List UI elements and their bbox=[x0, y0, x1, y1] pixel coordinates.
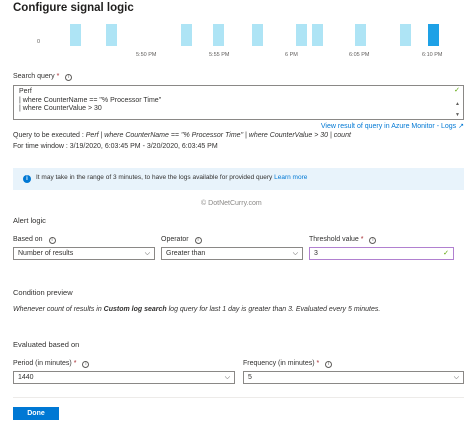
period-label: Period (in minutes) * i bbox=[13, 360, 90, 368]
time-window: For time window : 3/19/2020, 6:03:45 PM … bbox=[13, 143, 218, 150]
info-icon[interactable]: i bbox=[194, 237, 202, 244]
chevron-down-icon: ⌵ bbox=[453, 374, 459, 381]
evaluated-title: Evaluated based on bbox=[13, 340, 80, 349]
results-chart: 0 5:50 PM 5:55 PM 6 PM 6:05 PM 6:10 PM bbox=[13, 24, 464, 62]
query-exec-prefix: Query to be executed : bbox=[13, 132, 86, 139]
threshold-label: Threshold value * i bbox=[309, 236, 377, 244]
period-select[interactable]: 1440 ⌵ bbox=[13, 371, 235, 384]
chart-bar bbox=[252, 24, 263, 46]
threshold-input[interactable]: 3 ✓ bbox=[309, 247, 454, 260]
footer-divider bbox=[13, 397, 464, 398]
chart-bar bbox=[181, 24, 192, 46]
chart-x-tick-label: 6 PM bbox=[285, 52, 298, 58]
chart-bar bbox=[70, 24, 81, 46]
chart-x-tick-label: 6:10 PM bbox=[422, 52, 443, 58]
alert-logic-title: Alert logic bbox=[13, 216, 46, 225]
chart-bar bbox=[213, 24, 224, 46]
chart-bar bbox=[106, 24, 117, 46]
query-to-execute: Query to be executed : Perf | where Coun… bbox=[13, 132, 351, 139]
chart-bar bbox=[296, 24, 307, 46]
copyright-symbol: © bbox=[201, 200, 207, 207]
external-link-icon: ↗ bbox=[458, 123, 464, 130]
condition-suffix: log query for last 1 day is greater than… bbox=[166, 306, 381, 313]
required-marker: * bbox=[360, 236, 364, 243]
info-icon[interactable]: i bbox=[65, 74, 73, 81]
frequency-label-text: Frequency (in minutes) bbox=[243, 360, 315, 367]
chart-x-tick-label: 5:55 PM bbox=[209, 52, 230, 58]
valid-check-icon: ✓ bbox=[443, 250, 449, 257]
info-icon[interactable]: i bbox=[369, 237, 377, 244]
search-query-label: Search query * i bbox=[13, 73, 73, 81]
chevron-down-icon: ⌵ bbox=[144, 250, 150, 257]
period-label-text: Period (in minutes) bbox=[13, 360, 72, 367]
info-icon[interactable]: i bbox=[48, 237, 56, 244]
info-banner: i It may take in the range of 3 minutes,… bbox=[13, 168, 464, 190]
condition-prefix: Whenever count of results in bbox=[13, 306, 104, 313]
chart-bar bbox=[400, 24, 411, 46]
required-marker: * bbox=[56, 73, 60, 80]
valid-check-icon: ✓ bbox=[454, 87, 460, 94]
info-icon[interactable]: i bbox=[82, 361, 90, 368]
frequency-value: 5 bbox=[248, 374, 252, 381]
search-query-label-text: Search query bbox=[13, 73, 55, 80]
scroll-down-icon[interactable]: ▼ bbox=[455, 111, 460, 120]
scroll-up-icon[interactable]: ▲ bbox=[455, 100, 460, 109]
learn-more-link[interactable]: Learn more bbox=[274, 174, 307, 181]
chart-x-tick-label: 6:05 PM bbox=[349, 52, 370, 58]
based-on-select[interactable]: Number of results ⌵ bbox=[13, 247, 155, 260]
threshold-value: 3 bbox=[314, 250, 318, 257]
query-line: | where CounterName == "% Processor Time… bbox=[19, 96, 162, 104]
period-value: 1440 bbox=[18, 374, 34, 381]
done-button[interactable]: Done bbox=[13, 407, 59, 420]
based-on-label-text: Based on bbox=[13, 236, 43, 243]
frequency-label: Frequency (in minutes) * i bbox=[243, 360, 333, 368]
condition-preview-text: Whenever count of results in Custom log … bbox=[13, 306, 380, 313]
info-icon: i bbox=[23, 175, 31, 183]
chart-x-tick-label: 5:50 PM bbox=[136, 52, 157, 58]
based-on-value: Number of results bbox=[18, 250, 74, 257]
view-query-results-link[interactable]: View result of query in Azure Monitor - … bbox=[321, 122, 464, 130]
frequency-select[interactable]: 5 ⌵ bbox=[243, 371, 464, 384]
view-query-results-link-text: View result of query in Azure Monitor - … bbox=[320, 123, 457, 130]
operator-value: Greater than bbox=[166, 250, 206, 257]
query-line: Perf bbox=[19, 88, 32, 95]
info-icon[interactable]: i bbox=[325, 361, 333, 368]
watermark-text: DotNetCurry.com bbox=[208, 200, 262, 207]
info-banner-text: It may take in the range of 3 minutes, t… bbox=[36, 174, 275, 181]
chart-bar bbox=[355, 24, 366, 46]
chart-bar bbox=[428, 24, 439, 46]
chart-y-zero-label: 0 bbox=[37, 39, 41, 45]
watermark: © DotNetCurry.com bbox=[201, 200, 262, 207]
operator-label: Operator i bbox=[161, 236, 202, 244]
query-line: | where CounterValue > 30 bbox=[19, 105, 102, 113]
query-exec-text: Perf | where CounterName == "% Processor… bbox=[85, 132, 351, 139]
search-query-input[interactable]: Perf | where CounterName == "% Processor… bbox=[13, 85, 464, 120]
required-marker: * bbox=[73, 360, 77, 367]
chevron-down-icon: ⌵ bbox=[224, 374, 230, 381]
operator-select[interactable]: Greater than ⌵ bbox=[161, 247, 303, 260]
operator-label-text: Operator bbox=[161, 236, 189, 243]
page-title: Configure signal logic bbox=[13, 2, 134, 14]
required-marker: * bbox=[316, 360, 320, 367]
based-on-label: Based on i bbox=[13, 236, 56, 244]
condition-bold: Custom log search bbox=[103, 306, 167, 313]
chart-bar bbox=[312, 24, 323, 46]
condition-preview-title: Condition preview bbox=[13, 288, 73, 297]
chevron-down-icon: ⌵ bbox=[292, 250, 298, 257]
threshold-label-text: Threshold value bbox=[309, 236, 359, 243]
